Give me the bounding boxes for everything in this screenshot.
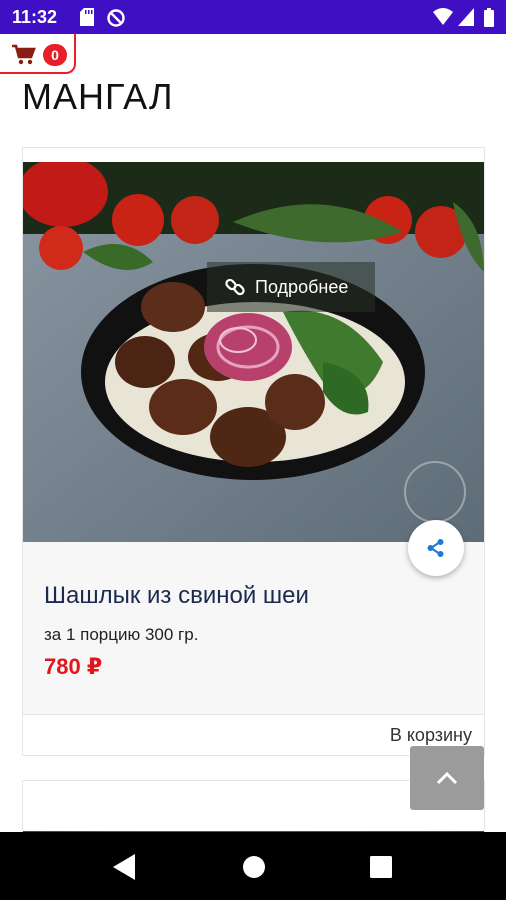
wifi-icon [433,8,453,25]
recents-icon[interactable] [370,856,392,878]
share-icon [427,539,444,557]
details-label: Подробнее [255,276,349,297]
data-saver-icon [107,9,125,27]
chevron-up-icon [436,771,458,785]
details-button[interactable]: Подробнее [207,262,375,312]
status-time: 11:32 [12,7,58,27]
home-icon[interactable] [242,855,266,879]
cart-button[interactable]: 0 [0,34,76,74]
cart-count-badge: 0 [43,44,67,66]
scroll-to-top-button[interactable] [410,746,484,810]
share-button[interactable] [408,520,464,576]
product-price: 780 ₽ [44,654,103,679]
status-bar: 11:32 [0,0,506,34]
battery-icon [484,8,494,27]
navigation-bar [0,832,506,900]
product-info: Шашлык из свиной шеи за 1 порцию 300 гр.… [23,542,484,714]
shopping-cart-icon [12,44,36,65]
link-icon [225,278,245,296]
back-icon[interactable] [113,854,137,880]
product-card: Подробнее Шашлык из свиной шеи за 1 порц… [22,147,485,756]
product-portion: за 1 порцию 300 гр. [44,625,199,644]
kebab-plate-image [23,162,484,542]
product-name[interactable]: Шашлык из свиной шеи [44,582,309,610]
sd-card-icon [80,8,94,26]
add-to-cart-button[interactable]: В корзину [390,725,472,746]
signal-icon [458,8,474,26]
category-title: МАНГАЛ [22,76,174,117]
product-photo[interactable]: Подробнее [23,162,484,542]
card-divider [23,714,484,715]
